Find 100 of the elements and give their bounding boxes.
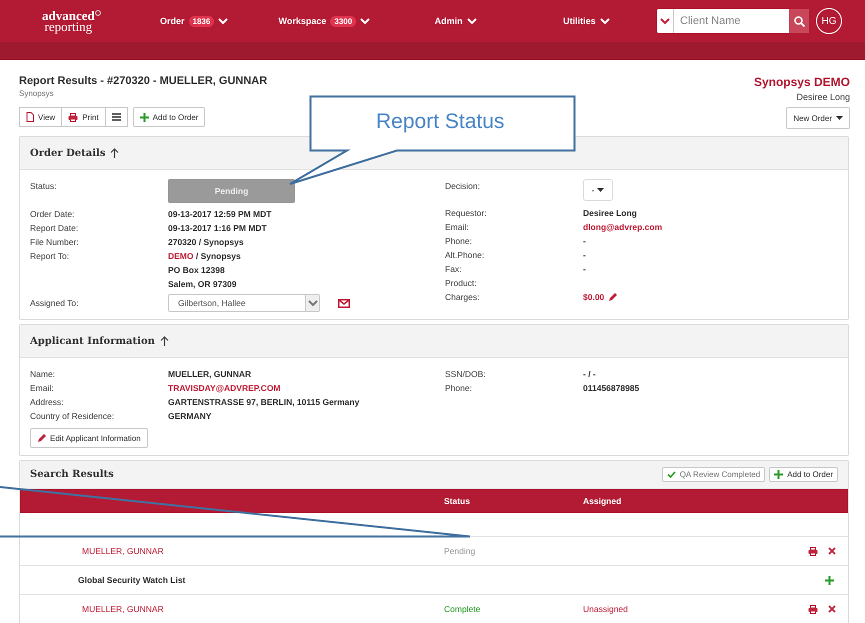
- printer-icon: [808, 604, 818, 614]
- page-title: Report Results - #270320 - MUELLER, GUNNAR: [19, 75, 268, 87]
- new-order-button[interactable]: New Order: [786, 107, 850, 129]
- panel-title: Applicant Information: [30, 336, 155, 346]
- field-label: Email:: [445, 221, 470, 234]
- close-icon: [828, 547, 836, 555]
- search-icon: [794, 16, 804, 26]
- printer-icon: [68, 112, 78, 122]
- assignee-dropdown[interactable]: Gilbertson, Hallee: [168, 294, 320, 312]
- applicant-link[interactable]: MUELLER, GUNNAR: [82, 546, 164, 556]
- pencil-icon: [608, 292, 618, 302]
- callout-label: Report Status: [376, 110, 504, 134]
- applicant-link[interactable]: MUELLER, GUNNAR: [82, 604, 164, 614]
- field-value: 09-13-2017 12:59 PM MDT: [168, 208, 272, 221]
- close-icon: [828, 605, 836, 613]
- field-label: Name:: [30, 368, 56, 381]
- chevron-down-icon: [466, 18, 477, 24]
- pencil-icon: [37, 434, 46, 442]
- search-field[interactable]: Client Name: [674, 9, 789, 33]
- nav-menu[interactable]: Workspace 3300: [278, 16, 435, 26]
- chevron-down-icon: [660, 18, 670, 24]
- menu-button[interactable]: [106, 107, 128, 127]
- chevron-down-icon: [600, 18, 610, 24]
- field-label: Phone:: [445, 235, 473, 248]
- group-name: Global Security Watch List: [77, 575, 186, 585]
- print-button[interactable]: [808, 604, 818, 614]
- assigned-text: Unassigned: [583, 604, 628, 614]
- field-label: Address:: [30, 396, 65, 409]
- field-value: -: [583, 263, 587, 276]
- search-button[interactable]: [789, 9, 809, 33]
- field-label: Assigned To:: [30, 297, 80, 310]
- field-value: - / -: [583, 368, 597, 381]
- printer-icon: [808, 546, 818, 556]
- field-value: 09-13-2017 1:16 PM MDT: [168, 222, 268, 235]
- add-button[interactable]: [825, 576, 834, 584]
- field-label: Product:: [445, 277, 478, 290]
- decision-dropdown[interactable]: -: [583, 179, 613, 201]
- field-value: 011456878985: [583, 382, 640, 395]
- field-value: MUELLER, GUNNAR: [168, 368, 252, 381]
- field-value: -: [583, 249, 587, 262]
- chevron-down-icon: [308, 300, 318, 306]
- field-label: Alt.Phone:: [445, 249, 486, 262]
- envelope-icon: [338, 298, 350, 308]
- email-link[interactable]: dlong@advrep.com: [583, 220, 838, 234]
- user-avatar[interactable]: HG: [816, 8, 842, 34]
- field-label: Charges:: [445, 291, 480, 304]
- field-value: $0.00: [583, 291, 604, 304]
- field-label: Order Date:: [30, 208, 76, 221]
- nav-menu[interactable]: Admin: [434, 16, 564, 26]
- field-label: Report To:: [30, 250, 70, 263]
- count-badge: 3300: [330, 16, 356, 26]
- plus-icon: [825, 576, 834, 584]
- panel-title: Search Results: [30, 469, 114, 480]
- page-subtitle: Synopsys: [19, 89, 55, 98]
- nav-menu[interactable]: Order 1836: [160, 16, 279, 26]
- field-label: Status:: [30, 180, 58, 193]
- caret-icon: [597, 188, 604, 192]
- field-label: Decision:: [445, 180, 481, 193]
- field-value: GERMANY: [168, 410, 212, 423]
- field-label: Fax:: [445, 263, 463, 276]
- count-badge: 1836: [188, 16, 214, 26]
- panel-title: Order Details: [30, 148, 106, 158]
- plus-icon: [774, 470, 784, 479]
- chevron-down-icon: [360, 18, 370, 24]
- add-button[interactable]: Add to Order: [132, 107, 206, 127]
- print-button[interactable]: Print: [62, 107, 106, 127]
- field-value: 270320 / Synopsys: [168, 236, 245, 249]
- check-icon: [666, 471, 676, 478]
- field-label: Country of Residence:: [30, 410, 116, 423]
- dropdown-button[interactable]: [657, 9, 674, 33]
- add-to-order-button[interactable]: Add to Order: [769, 467, 838, 482]
- email-button[interactable]: [338, 298, 350, 308]
- print-button[interactable]: [808, 546, 818, 556]
- status-text: Pending: [444, 546, 476, 556]
- caret-icon: [836, 116, 843, 120]
- plus-icon: [140, 112, 149, 122]
- column-header: Status: [444, 496, 471, 506]
- field-label: Report Date:: [30, 222, 80, 235]
- field-value: Desiree Long: [583, 207, 638, 220]
- field-value: GARTENSTRASSE 97, BERLIN, 10115 Germany: [168, 396, 360, 409]
- remove-button[interactable]: [828, 547, 836, 555]
- field-label: Requestor:: [445, 207, 488, 220]
- company-name: Synopsys DEMO: [754, 75, 850, 89]
- email-link[interactable]: TRAVISDAY@ADVREP.COM: [168, 381, 445, 395]
- qa-review-button[interactable]: QA Review Completed: [662, 467, 766, 482]
- nav-menu[interactable]: Utilities: [563, 16, 652, 26]
- arrow-up-icon: [160, 336, 169, 346]
- arrow-up-icon: [110, 148, 120, 158]
- user-name: Desiree Long: [796, 92, 850, 102]
- address-line: Salem, OR 97309: [168, 278, 238, 291]
- edit-applicant-button[interactable]: Edit Applicant Information: [30, 428, 148, 448]
- circle-icon: [94, 10, 101, 16]
- field-label: Phone:: [445, 382, 473, 395]
- remove-button[interactable]: [828, 605, 836, 613]
- document-icon: [26, 112, 34, 122]
- view-button[interactable]: View: [19, 107, 62, 127]
- field-label: SSN/DOB:: [445, 368, 487, 381]
- column-header: Assigned: [583, 496, 622, 506]
- chevron-down-icon: [218, 18, 228, 24]
- logo: advanced reporting: [42, 10, 95, 32]
